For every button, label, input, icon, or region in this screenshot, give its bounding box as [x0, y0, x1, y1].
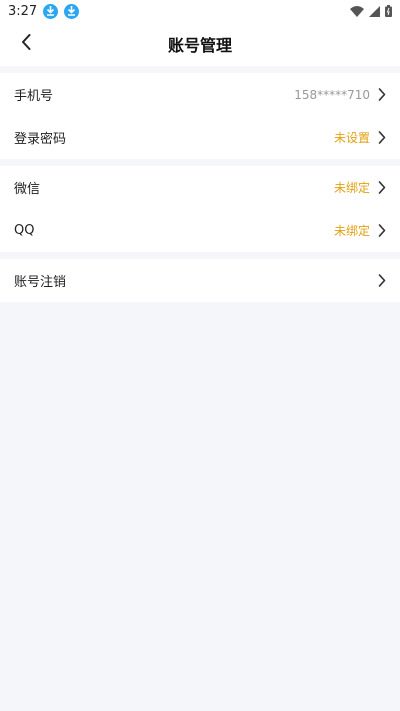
battery-icon	[385, 2, 392, 21]
row-right: 未绑定	[334, 179, 388, 196]
chevron-right-icon	[376, 224, 388, 238]
chevron-right-icon	[376, 88, 388, 102]
row-login-password[interactable]: 登录密码 未设置	[0, 116, 400, 159]
download-icon	[43, 3, 59, 19]
row-label: 账号注销	[14, 275, 67, 290]
back-button[interactable]	[12, 30, 40, 58]
row-account-cancellation[interactable]: 账号注销	[0, 259, 400, 302]
password-status: 未设置	[333, 131, 370, 145]
row-right	[376, 274, 388, 288]
section-gap	[0, 159, 400, 166]
chevron-right-icon	[376, 181, 388, 195]
row-right: 未绑定	[334, 222, 388, 239]
row-wechat[interactable]: 微信 未绑定	[0, 166, 400, 209]
chevron-left-icon	[21, 34, 31, 54]
download-icon	[64, 3, 80, 19]
row-label: 登录密码	[14, 132, 67, 147]
chevron-right-icon	[376, 131, 388, 145]
row-qq[interactable]: QQ 未绑定	[0, 209, 400, 252]
wifi-icon	[350, 2, 364, 21]
account-group-3: 账号注销	[0, 259, 400, 302]
phone-value: 158*****710	[294, 87, 370, 102]
account-group-1: 手机号 158*****710 登录密码 未设置	[0, 73, 400, 159]
row-right: 未设置	[334, 129, 388, 146]
status-time: 3:27	[8, 3, 38, 19]
row-right: 158*****710	[294, 88, 388, 102]
section-gap	[0, 66, 400, 73]
section-gap	[0, 252, 400, 259]
status-left: 3:27	[8, 3, 80, 19]
wechat-status: 未绑定	[333, 181, 370, 195]
row-phone[interactable]: 手机号 158*****710	[0, 73, 400, 116]
row-label: QQ	[14, 223, 35, 238]
account-group-2: 微信 未绑定 QQ 未绑定	[0, 166, 400, 252]
signal-icon	[369, 2, 380, 21]
row-label: 微信	[14, 182, 41, 197]
page-title: 账号管理	[167, 36, 232, 55]
header: 账号管理	[0, 22, 400, 66]
status-right	[350, 2, 392, 21]
status-bar: 3:27	[0, 0, 400, 22]
qq-status: 未绑定	[333, 224, 370, 238]
chevron-right-icon	[376, 274, 388, 288]
row-label: 手机号	[14, 89, 54, 104]
